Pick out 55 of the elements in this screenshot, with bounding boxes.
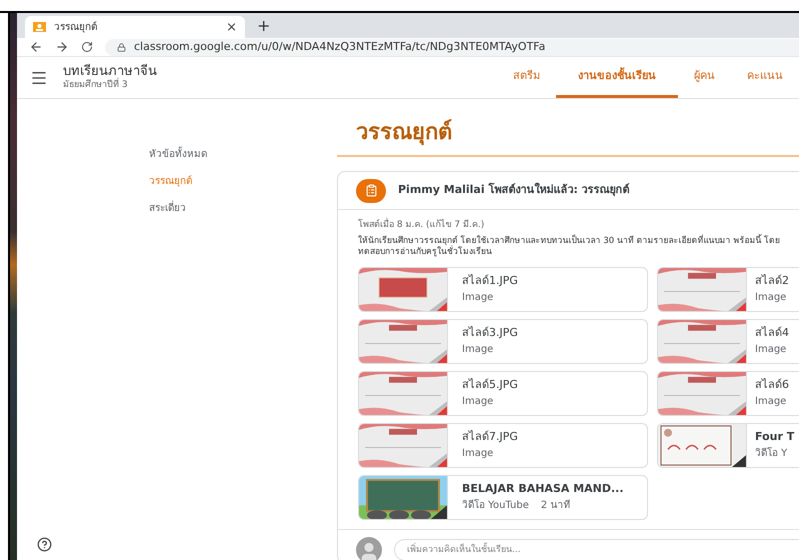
attachment-card[interactable]: สไลด์2 Image: [657, 266, 799, 312]
attachment-type: วิดีโอ Y: [755, 446, 788, 461]
post-header: Pimmy Malilai โพสต์งานใหม่แล้ว: วรรณยุกต์: [398, 182, 630, 198]
address-bar[interactable]: classroom.google.com/u/0/w/NDA4NzQ3NTEzMTFa/tc/NDg3NTE0MTAyOTFa: [105, 38, 799, 56]
browser-tab[interactable]: วรรณยุกต์ ×: [25, 16, 245, 38]
attachment-type: Image: [755, 290, 786, 305]
topic-link[interactable]: หัวข้อทั้งหมด: [149, 147, 207, 162]
reload-icon[interactable]: [81, 41, 93, 53]
nav-tab[interactable]: สตรีม: [497, 57, 556, 98]
attachment-type: Image: [755, 394, 786, 409]
new-tab-button[interactable]: +: [257, 18, 270, 34]
tab-title: วรรณยุกต์: [54, 20, 98, 34]
nav-tab[interactable]: งานของชั้นเรียน: [556, 57, 678, 98]
url-text: classroom.google.com/u/0/w/NDA4NzQ3NTEzMTFa/tc/NDg3NTE0MTAyOTFa: [134, 38, 546, 55]
close-tab-button[interactable]: ×: [226, 20, 237, 34]
post-description: ให้นักเรียนศึกษาวรรณยุกต์ โดยใช้เวลาศึกษาและทบทวนเป็นเวลา 30 นาที ตามรายละเอียดที่แนบมา พร้อมนี้ โดยทดสอบการอ่านกับครูในชั่วโมงเรียน: [358, 236, 782, 258]
attachment-title: สไลด์6: [755, 377, 789, 394]
attachment-title: BELAJAR BAHASA MAND...: [462, 481, 624, 498]
lock-icon: [117, 42, 126, 52]
assignment-icon: [356, 178, 386, 202]
attachment-title: สไลด์2: [755, 273, 789, 290]
attachment-title: สไลด์4: [755, 325, 789, 342]
nav-tab[interactable]: ผู้คน: [678, 57, 731, 98]
comment-field[interactable]: เพิ่มความคิดเห็นในชั้นเรียน...: [394, 538, 799, 560]
attachment-duration: 2 นาที: [540, 498, 570, 513]
attachment-type: Image: [462, 342, 494, 357]
avatar-icon: [356, 536, 382, 560]
attachment-type: Image: [462, 446, 494, 461]
attachment-card[interactable]: สไลด์1.JPG Image: [358, 266, 648, 312]
attachment-card[interactable]: สไลด์5.JPG Image: [358, 370, 648, 416]
topic-title: วรรณยุกต์: [356, 118, 453, 148]
topic-link[interactable]: สระเดี่ยว: [149, 201, 186, 216]
attachment-card[interactable]: สไลด์3.JPG Image: [358, 318, 648, 364]
nav-tab[interactable]: คะแนน: [731, 57, 799, 98]
post-date: โพสต์เมื่อ 8 ม.ค. (แก้ไข 7 มี.ค.): [358, 219, 799, 232]
attachment-card[interactable]: สไลด์6 Image: [657, 370, 799, 416]
help-icon[interactable]: [37, 537, 52, 552]
attachment-card[interactable]: Four T วิดีโอ Y: [657, 422, 799, 468]
attachment-type: Image: [462, 394, 494, 409]
attachment-type: วิดีโอ YouTube: [462, 498, 529, 513]
attachment-title: Four T: [755, 429, 794, 446]
classroom-logo-icon: [33, 22, 46, 32]
attachment-title: สไลด์7.JPG: [462, 429, 518, 446]
attachment-title: สไลด์3.JPG: [462, 325, 518, 342]
class-name: บทเรียนภาษาจีน: [63, 64, 157, 79]
attachment-type: Image: [755, 342, 786, 357]
attachment-title: สไลด์1.JPG: [462, 273, 518, 290]
attachment-card[interactable]: สไลด์7.JPG Image: [358, 422, 648, 468]
attachment-type: Image: [462, 290, 494, 305]
attachment-title: สไลด์5.JPG: [462, 377, 518, 394]
class-section: มัธยมศึกษาปีที่ 3: [63, 80, 157, 92]
forward-icon[interactable]: [55, 40, 69, 54]
back-icon[interactable]: [29, 40, 43, 54]
attachment-card[interactable]: BELAJAR BAHASA MAND... วิดีโอ YouTube 2 นาที: [358, 474, 648, 520]
attachment-card[interactable]: สไลด์4 Image: [657, 318, 799, 364]
